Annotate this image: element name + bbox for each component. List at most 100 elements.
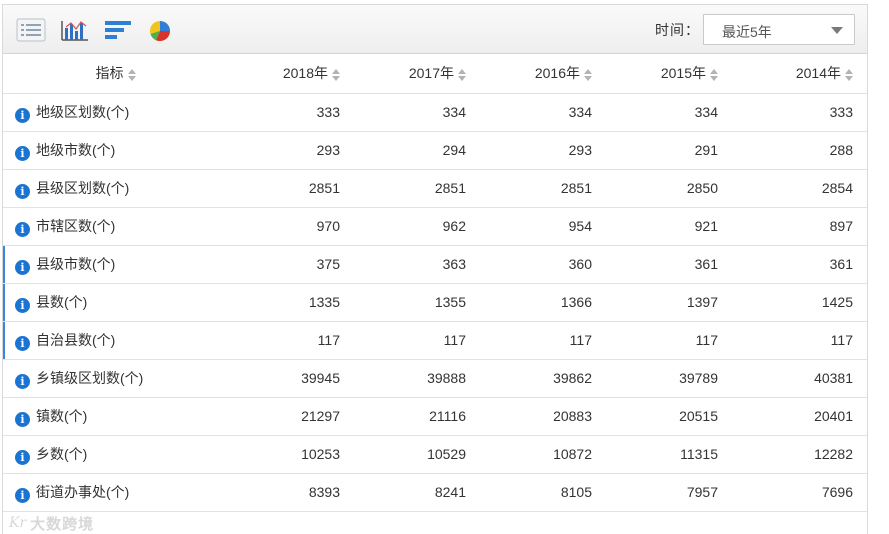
indicator-cell: i 地级区划数(个) bbox=[3, 93, 228, 132]
time-range-select[interactable]: 最近5年 bbox=[703, 14, 855, 45]
value-cell: 20401 bbox=[732, 397, 867, 436]
indicator-name[interactable]: 县级区划数(个) bbox=[36, 180, 129, 196]
info-icon[interactable]: i bbox=[15, 145, 30, 161]
indicator-name[interactable]: 乡镇级区划数(个) bbox=[36, 370, 143, 386]
sort-icon[interactable] bbox=[584, 68, 592, 81]
value-cell: 921 bbox=[606, 207, 732, 246]
info-icon[interactable]: i bbox=[15, 221, 30, 237]
column-header-label: 2014年 bbox=[795, 65, 841, 82]
view-toolbar: 时间： 最近5年 bbox=[3, 5, 867, 54]
value-cell: 10872 bbox=[480, 435, 606, 474]
table-row: i 自治县数(个) 117 117 117 117 117 bbox=[3, 321, 867, 360]
time-range-value: 最近5年 bbox=[722, 24, 772, 40]
info-icon[interactable]: i bbox=[15, 487, 30, 503]
value-cell: 40381 bbox=[732, 359, 867, 398]
sort-icon[interactable] bbox=[127, 68, 136, 81]
value-cell: 21297 bbox=[228, 397, 354, 436]
value-cell: 39862 bbox=[480, 359, 606, 398]
sort-icon[interactable] bbox=[332, 68, 340, 81]
value-cell: 291 bbox=[606, 131, 732, 170]
table-body: i 地级区划数(个) 333 334 334 334 333 i 地级市数(个) 293 294 29… bbox=[3, 93, 867, 512]
value-cell: 12282 bbox=[732, 435, 867, 474]
indicator-name[interactable]: 街道办事处(个) bbox=[36, 484, 129, 500]
value-cell: 20883 bbox=[480, 397, 606, 436]
value-cell: 897 bbox=[732, 207, 867, 246]
value-cell: 117 bbox=[228, 321, 354, 360]
value-cell: 8105 bbox=[480, 473, 606, 512]
value-cell: 20515 bbox=[606, 397, 732, 436]
info-icon[interactable]: i bbox=[15, 297, 30, 313]
value-cell: 375 bbox=[228, 245, 354, 284]
indicator-cell: i 县数(个) bbox=[3, 283, 228, 322]
info-icon[interactable]: i bbox=[15, 335, 30, 351]
indicator-cell: i 县级市数(个) bbox=[3, 245, 228, 284]
pie-chart-icon[interactable] bbox=[147, 18, 177, 44]
value-cell: 8393 bbox=[228, 473, 354, 512]
column-header-year[interactable]: 2018年 bbox=[228, 54, 354, 94]
value-cell: 361 bbox=[732, 245, 867, 284]
value-cell: 117 bbox=[606, 321, 732, 360]
value-cell: 7696 bbox=[732, 473, 867, 512]
column-header-label: 2016年 bbox=[534, 65, 580, 82]
indicator-cell: i 乡数(个) bbox=[3, 435, 228, 474]
value-cell: 1425 bbox=[732, 283, 867, 322]
info-icon[interactable]: i bbox=[15, 373, 30, 389]
column-header-label: 2015年 bbox=[660, 65, 706, 82]
table-row: i 镇数(个) 21297 21116 20883 20515 20401 bbox=[3, 397, 867, 436]
value-cell: 970 bbox=[228, 207, 354, 246]
value-cell: 2854 bbox=[732, 169, 867, 208]
column-header-indicator[interactable]: 指标 bbox=[3, 54, 228, 94]
indicator-cell: i 镇数(个) bbox=[3, 397, 228, 436]
value-cell: 10529 bbox=[354, 435, 480, 474]
table-row: i 县级市数(个) 375 363 360 361 361 bbox=[3, 245, 867, 284]
column-header-label: 2018年 bbox=[282, 65, 328, 82]
indicator-name[interactable]: 县数(个) bbox=[36, 294, 87, 310]
info-icon[interactable]: i bbox=[15, 411, 30, 427]
data-table: 指标 2018年 2017年 2016年 2015年 2014年 i 地级区划数(… bbox=[3, 54, 867, 512]
value-cell: 333 bbox=[228, 93, 354, 132]
value-cell: 39888 bbox=[354, 359, 480, 398]
indicator-cell: i 县级区划数(个) bbox=[3, 169, 228, 208]
indicator-cell: i 自治县数(个) bbox=[3, 321, 228, 360]
indicator-name[interactable]: 自治县数(个) bbox=[36, 332, 115, 348]
value-cell: 7957 bbox=[606, 473, 732, 512]
info-icon[interactable]: i bbox=[15, 107, 30, 123]
sort-icon[interactable] bbox=[710, 68, 718, 81]
indicator-name[interactable]: 乡数(个) bbox=[36, 446, 87, 462]
bar-chart-icon[interactable] bbox=[60, 18, 90, 44]
info-icon[interactable]: i bbox=[15, 449, 30, 465]
column-header-label: 指标 bbox=[95, 65, 124, 82]
indicator-name[interactable]: 地级市数(个) bbox=[36, 142, 115, 158]
sort-icon[interactable] bbox=[458, 68, 466, 81]
sort-icon[interactable] bbox=[845, 68, 853, 81]
column-header-year[interactable]: 2016年 bbox=[480, 54, 606, 94]
indicator-name[interactable]: 镇数(个) bbox=[36, 408, 87, 424]
table-row: i 地级区划数(个) 333 334 334 334 333 bbox=[3, 93, 867, 132]
column-header-year[interactable]: 2017年 bbox=[354, 54, 480, 94]
table-row: i 市辖区数(个) 970 962 954 921 897 bbox=[3, 207, 867, 246]
info-icon[interactable]: i bbox=[15, 183, 30, 199]
value-cell: 361 bbox=[606, 245, 732, 284]
table-row: i 乡数(个) 10253 10529 10872 11315 12282 bbox=[3, 435, 867, 474]
value-cell: 954 bbox=[480, 207, 606, 246]
value-cell: 1355 bbox=[354, 283, 480, 322]
column-header-year[interactable]: 2014年 bbox=[732, 54, 867, 94]
value-cell: 293 bbox=[228, 131, 354, 170]
data-panel: 时间： 最近5年 指标 2018年 2017年 2016年 2015年 2014… bbox=[2, 4, 868, 534]
indicator-name[interactable]: 地级区划数(个) bbox=[36, 104, 129, 120]
indicator-name[interactable]: 市辖区数(个) bbox=[36, 218, 115, 234]
indicator-name[interactable]: 县级市数(个) bbox=[36, 256, 115, 272]
table-row: i 地级市数(个) 293 294 293 291 288 bbox=[3, 131, 867, 170]
info-icon[interactable]: i bbox=[15, 259, 30, 275]
value-cell: 363 bbox=[354, 245, 480, 284]
value-cell: 117 bbox=[354, 321, 480, 360]
table-row: i 街道办事处(个) 8393 8241 8105 7957 7696 bbox=[3, 473, 867, 512]
horizontal-bar-chart-icon[interactable] bbox=[103, 18, 133, 44]
chevron-down-icon[interactable] bbox=[831, 27, 843, 34]
value-cell: 117 bbox=[732, 321, 867, 360]
column-header-year[interactable]: 2015年 bbox=[606, 54, 732, 94]
value-cell: 2850 bbox=[606, 169, 732, 208]
table-header-row: 指标 2018年 2017年 2016年 2015年 2014年 bbox=[3, 54, 867, 94]
table-view-icon[interactable] bbox=[16, 18, 46, 44]
value-cell: 2851 bbox=[228, 169, 354, 208]
